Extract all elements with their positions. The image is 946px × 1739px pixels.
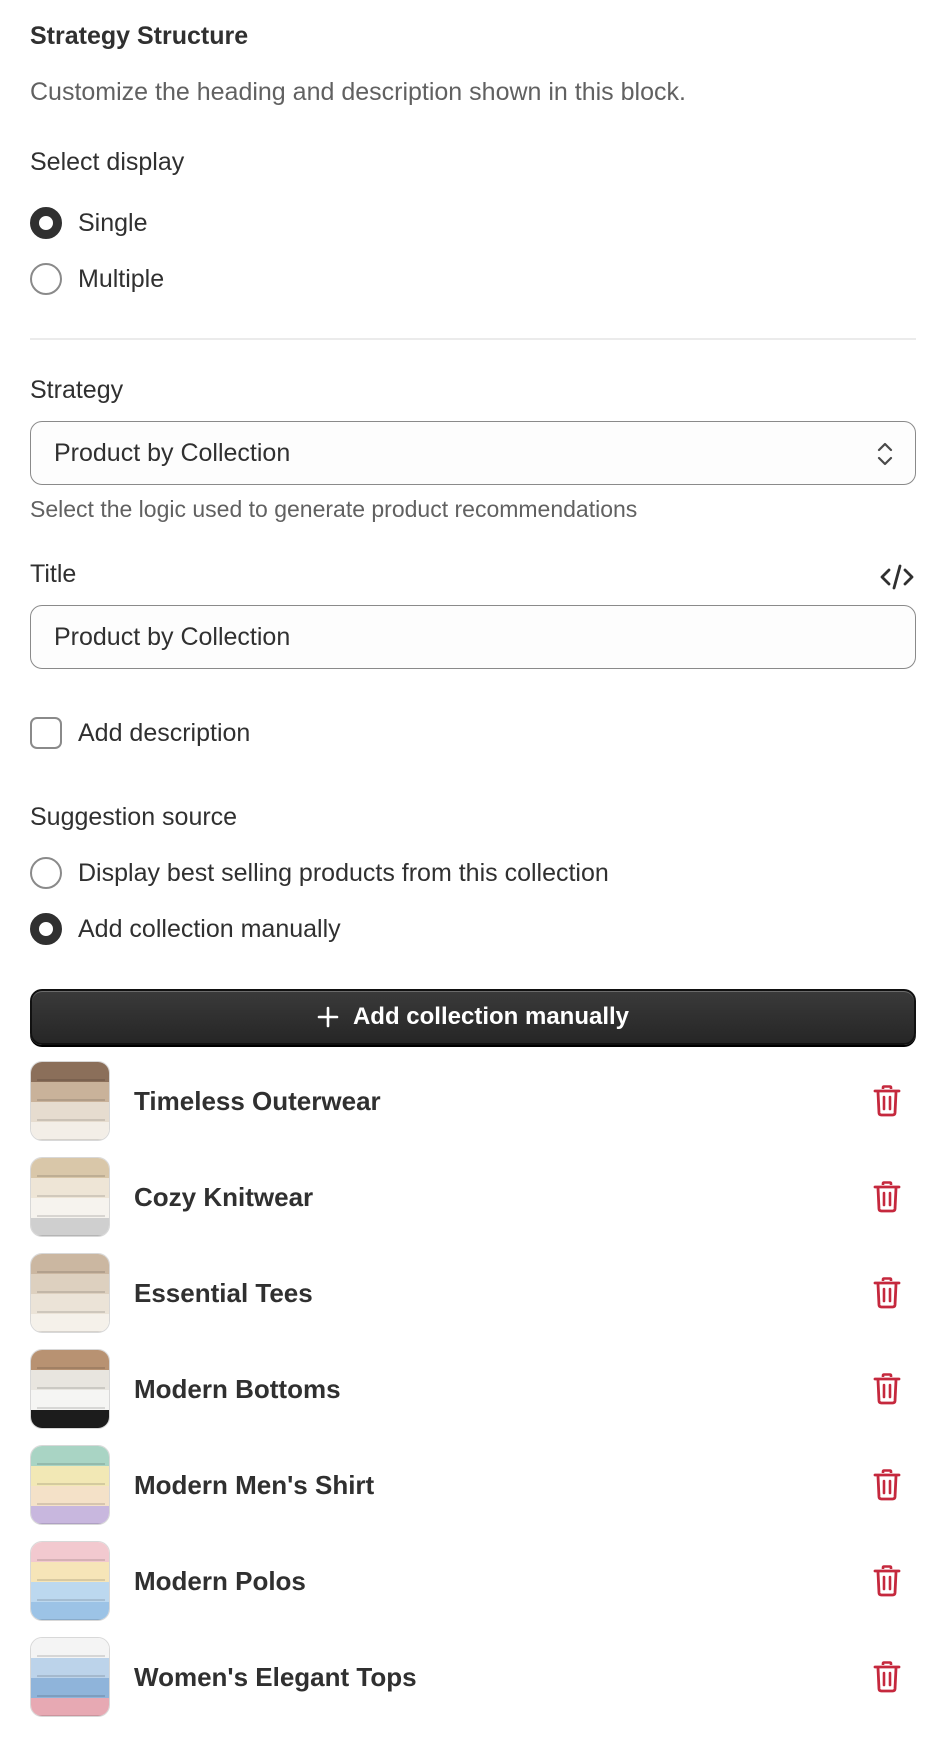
collection-thumbnail [30,1445,110,1525]
add-collection-button[interactable]: Add collection manually [30,989,916,1045]
title-label: Title [30,560,77,588]
radio-multiple-control[interactable] [30,263,62,295]
collection-thumbnail [30,1349,110,1429]
collection-item[interactable]: Essential Tees [30,1253,916,1333]
delete-icon[interactable] [872,1469,902,1501]
radio-add-manually-label: Add collection manually [78,914,341,943]
strategy-label: Strategy [30,376,124,404]
collection-thumbnail [30,1157,110,1237]
collection-thumbnail [30,1061,110,1141]
delete-icon[interactable] [872,1373,902,1405]
collection-thumbnail [30,1253,110,1333]
collection-name: Timeless Outerwear [134,1085,381,1116]
radio-single[interactable]: Single [30,206,148,240]
radio-best-selling[interactable]: Display best selling products from this … [30,856,609,890]
collection-name: Cozy Knitwear [134,1181,314,1212]
radio-best-selling-control[interactable] [30,857,62,889]
strategy-help-text: Select the logic used to generate produc… [30,496,638,522]
add-description-label: Add description [78,718,251,747]
collection-name: Essential Tees [134,1277,313,1308]
section-description: Customize the heading and description sh… [30,78,686,106]
collection-thumbnail [30,1541,110,1621]
collection-item[interactable]: Timeless Outerwear [30,1061,916,1141]
collection-item[interactable]: Modern Men's Shirt [30,1445,916,1525]
add-description-checkbox-control[interactable] [30,717,62,749]
radio-add-manually-control[interactable] [30,913,62,945]
add-collection-button-label: Add collection manually [352,1003,630,1030]
section-divider [30,338,916,340]
collection-name: Women's Elegant Tops [134,1661,417,1692]
radio-best-selling-label: Display best selling products from this … [78,858,609,887]
section-title: Strategy Structure [30,22,249,50]
plus-icon [317,1006,339,1028]
collection-name: Modern Men's Shirt [134,1469,375,1500]
radio-single-control[interactable] [30,207,62,239]
collection-name: Modern Bottoms [134,1373,341,1404]
collection-name: Modern Polos [134,1565,306,1596]
suggestion-source-label: Suggestion source [30,803,238,831]
code-icon[interactable] [880,562,914,592]
radio-add-manually[interactable]: Add collection manually [30,912,341,946]
collection-item[interactable]: Modern Bottoms [30,1349,916,1429]
radio-multiple[interactable]: Multiple [30,262,164,296]
radio-multiple-label: Multiple [78,264,165,293]
select-caret-icon [877,442,893,466]
delete-icon[interactable] [872,1277,902,1309]
delete-icon[interactable] [872,1565,902,1597]
collection-item[interactable]: Modern Polos [30,1541,916,1621]
delete-icon[interactable] [872,1085,902,1117]
strategy-select-value: Product by Collection [54,438,291,467]
add-description-checkbox[interactable]: Add description [30,716,250,750]
collection-item[interactable]: Cozy Knitwear [30,1157,916,1237]
collection-thumbnail [30,1637,110,1717]
radio-single-label: Single [78,208,148,237]
strategy-select[interactable]: Product by Collection [30,421,916,485]
title-input[interactable] [30,605,916,669]
collection-item[interactable]: Women's Elegant Tops [30,1637,916,1717]
select-display-label: Select display [30,148,185,176]
delete-icon[interactable] [872,1661,902,1693]
delete-icon[interactable] [872,1181,902,1213]
